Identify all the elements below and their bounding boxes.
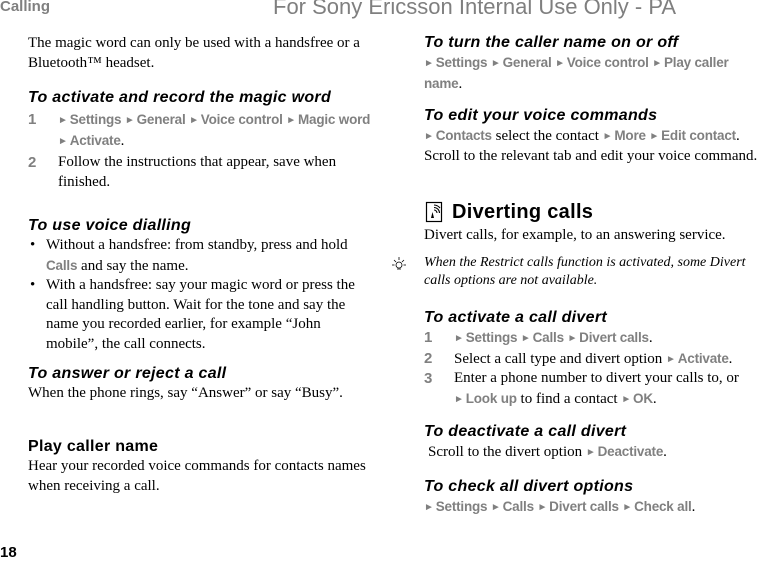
network-service-icon <box>424 201 444 223</box>
arrow-icon: ► <box>124 115 135 126</box>
arrow-icon: ► <box>454 333 464 344</box>
menu-path: ► Settings ► Calls ► Divert calls ► Check al… <box>424 499 692 514</box>
bullet-icon: • <box>30 277 36 293</box>
tip-note: When the Restrict calls function is acti… <box>392 254 763 290</box>
tip-lightbulb-icon <box>390 255 408 273</box>
key-label: Look up <box>465 390 517 406</box>
menu-path: ► Settings ► General ► Voice control ► Play … <box>424 55 729 91</box>
section-heading: To use voice dialling <box>28 217 192 234</box>
arrow-icon: ► <box>621 393 632 405</box>
arrow-icon: ► <box>58 115 68 126</box>
play-caller-name-section: Play caller name Hear your recorded voic… <box>28 438 373 496</box>
watermark: For Sony Ericsson Internal Use Only - PA <box>273 0 677 19</box>
step-number: 1 <box>28 111 37 128</box>
arrow-icon: ► <box>424 502 434 513</box>
arrow-icon: ► <box>286 115 296 126</box>
arrow-icon: ► <box>622 502 633 513</box>
arrow-icon: ► <box>520 333 531 344</box>
section-heading: To check all divert options <box>424 478 634 495</box>
deactivate-divert-section: To deactivate a call divert Scroll to th… <box>424 423 763 463</box>
diverting-calls-section: Diverting calls Divert calls, for exampl… <box>392 200 763 290</box>
key-label: Calls <box>46 257 78 273</box>
section-title: Diverting calls <box>424 200 763 224</box>
step-item: 2 Follow the instructions that appear, s… <box>28 154 337 190</box>
key-label: Activate <box>677 350 729 366</box>
step-item: 2 Select a call type and divert option ►… <box>424 349 733 367</box>
key-label: OK <box>633 390 653 406</box>
arrow-icon: ► <box>424 131 434 142</box>
arrow-icon: ► <box>602 131 613 142</box>
menu-path: ► Settings ► General ► Voice control ► Magic… <box>58 112 371 148</box>
key-label: More <box>614 128 646 143</box>
activate-magic-word-section: To activate and record the magic word 1 … <box>28 89 373 192</box>
steps-list: 1 ► Settings ► General ► Voice control ► Mag… <box>28 110 373 192</box>
bullet-list: • Without a handsfree: from standby, pre… <box>28 236 373 354</box>
step-item: 3 Enter a phone number to divert your ca… <box>424 370 739 407</box>
arrow-icon: ► <box>454 393 464 405</box>
bullet-icon: • <box>30 237 36 253</box>
arrow-icon: ► <box>490 58 501 69</box>
section-label: Calling <box>0 0 51 15</box>
arrow-icon: ► <box>585 447 596 458</box>
edit-voice-commands-section: To edit your voice commands ► Contacts se… <box>424 107 763 166</box>
steps-list: 1 ► Settings ► Calls ► Divert calls. 2 Sele… <box>424 328 763 409</box>
step-number: 1 <box>424 329 433 346</box>
section-heading: To activate a call divert <box>424 309 607 326</box>
step-number: 2 <box>28 154 37 171</box>
voice-dialling-section: To use voice dialling • Without a handsf… <box>28 217 373 354</box>
menu-path: ► Settings ► Calls ► Divert calls <box>454 330 649 345</box>
section-heading: To answer or reject a call <box>28 365 227 382</box>
intro-paragraph: The magic word can only be used with a h… <box>28 35 360 71</box>
list-item: • With a handsfree: say your magic word … <box>30 277 355 352</box>
arrow-icon: ► <box>58 135 68 147</box>
arrow-icon: ► <box>555 58 565 69</box>
key-label: Deactivate <box>597 444 664 459</box>
section-heading: To turn the caller name on or off <box>424 34 679 51</box>
arrow-icon: ► <box>567 333 578 344</box>
caller-name-toggle-section: To turn the caller name on or off ► Setti… <box>424 34 763 94</box>
section-heading: To edit your voice commands <box>424 107 658 124</box>
arrow-icon: ► <box>649 131 660 142</box>
activate-divert-section: To activate a call divert 1 ► Settings ► C… <box>424 309 763 409</box>
answer-reject-section: To answer or reject a call When the phon… <box>28 365 373 404</box>
arrow-icon: ► <box>424 58 434 69</box>
arrow-icon: ► <box>652 58 662 69</box>
arrow-icon: ► <box>537 502 548 513</box>
arrow-icon: ► <box>490 502 501 513</box>
step-number: 2 <box>424 349 433 367</box>
page-number: 18 <box>0 544 17 561</box>
section-heading: To activate and record the magic word <box>28 89 332 106</box>
check-divert-section: To check all divert options ► Settings ► C… <box>424 478 763 518</box>
step-item: 1 ► Settings ► General ► Voice control ► Mag… <box>28 111 371 149</box>
section-heading: To deactivate a call divert <box>424 423 627 440</box>
key-label: Contacts <box>435 128 492 143</box>
arrow-icon: ► <box>666 353 676 365</box>
list-item: • Without a handsfree: from standby, pre… <box>30 237 348 274</box>
step-item: 1 ► Settings ► Calls ► Divert calls. <box>424 329 653 346</box>
section-heading: Play caller name <box>28 438 159 455</box>
step-number: 3 <box>424 370 433 387</box>
key-label: Edit contact <box>661 128 736 143</box>
arrow-icon: ► <box>189 115 199 126</box>
